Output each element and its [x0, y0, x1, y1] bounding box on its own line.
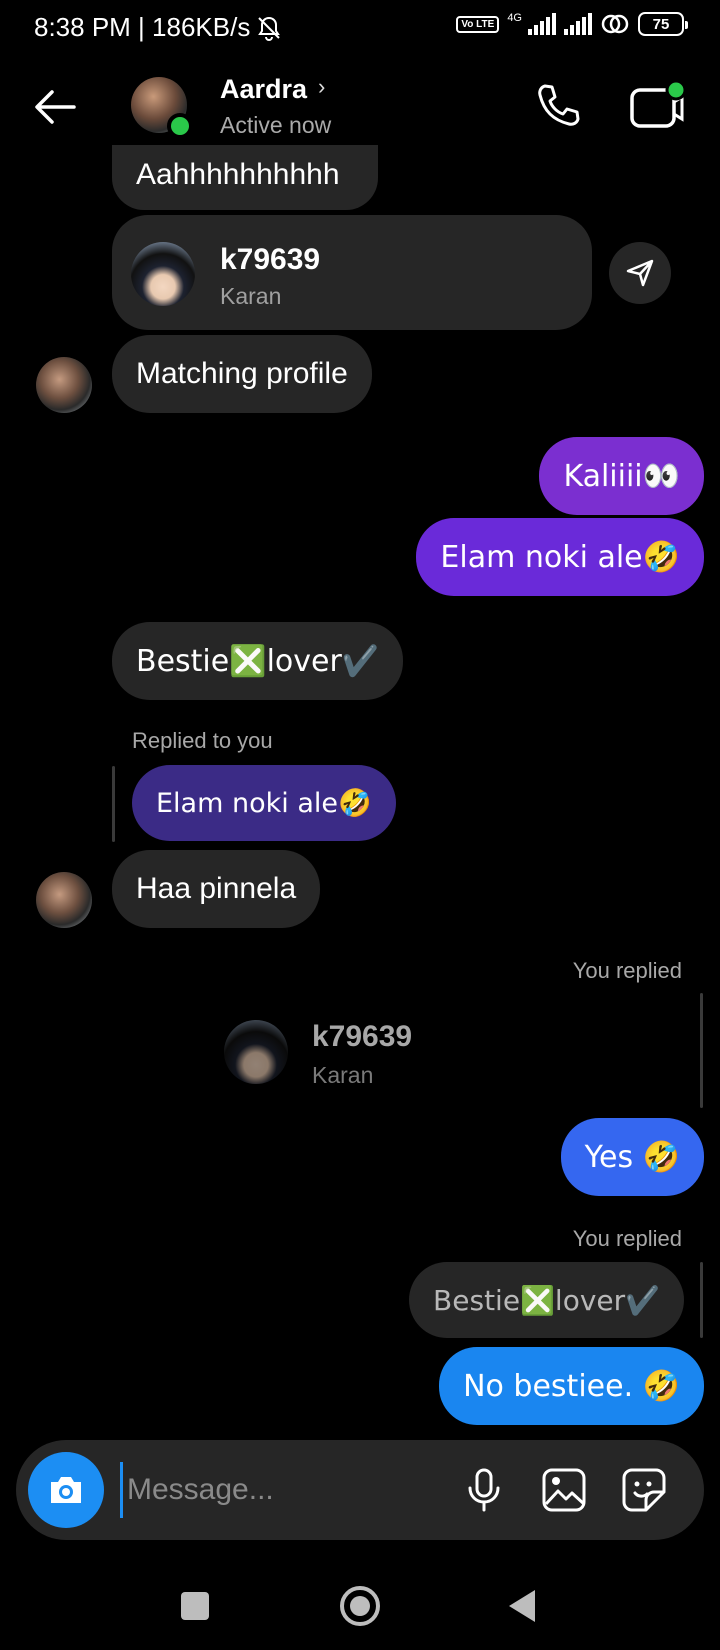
reply-label: You replied — [572, 958, 682, 983]
shared-profile-name: Karan — [312, 1062, 374, 1088]
reply-label: Replied to you — [132, 728, 273, 753]
shared-profile-avatar — [131, 242, 195, 306]
active-status: Active now — [220, 112, 332, 138]
sticker-icon[interactable] — [620, 1466, 668, 1514]
message-bubble[interactable]: Haa pinnela — [112, 850, 321, 928]
send-icon — [626, 259, 654, 287]
bell-muted-icon — [258, 16, 281, 41]
message-text: Elam noki ale🤣 — [440, 539, 680, 575]
hotspot-link-icon — [601, 14, 629, 34]
shared-profile-username: k79639 — [312, 1020, 413, 1053]
message-bubble-sent[interactable]: Kaliiii👀 — [539, 437, 704, 515]
message-text: Kaliiii👀 — [563, 458, 680, 494]
phone-icon[interactable] — [532, 80, 584, 132]
volte-badge: Vo LTE — [456, 15, 500, 33]
quoted-text: Elam noki ale🤣 — [156, 788, 372, 819]
microphone-icon[interactable] — [460, 1466, 508, 1514]
shared-profile-username: k79639 — [220, 243, 321, 276]
chevron-right-icon: › — [318, 74, 326, 99]
shared-profile-avatar[interactable] — [224, 1020, 288, 1084]
back-nav-button[interactable] — [499, 1582, 547, 1630]
battery-icon: 75 — [638, 12, 688, 36]
recents-button[interactable] — [171, 1582, 219, 1630]
online-indicator — [167, 113, 193, 139]
message-bubble-sent[interactable]: Yes 🤣 — [560, 1118, 704, 1196]
message-text: Haa pinnela — [136, 872, 297, 905]
camera-icon — [51, 1477, 81, 1503]
camera-button[interactable] — [28, 1452, 104, 1528]
message-text: Matching profile — [136, 357, 348, 390]
home-button[interactable] — [336, 1582, 384, 1630]
message-composer — [16, 1440, 704, 1540]
shared-profile-name: Karan — [220, 283, 282, 309]
sender-avatar[interactable] — [36, 872, 92, 928]
status-bar: 8:38 PM | 186KB/s Vo LTE 4G 75 — [0, 0, 720, 54]
message-bubble[interactable]: Bestie❎lover✔️ — [112, 622, 404, 700]
message-bubble-sent[interactable]: No bestiee. 🤣 — [439, 1347, 704, 1425]
status-right: Vo LTE 4G 75 — [456, 12, 688, 36]
image-icon[interactable] — [540, 1466, 588, 1514]
message-text: No bestiee. 🤣 — [463, 1368, 680, 1404]
message-bubble[interactable]: Aahhhhhhhhhh — [112, 145, 378, 210]
reply-line — [700, 1262, 703, 1338]
message-bubble-sent[interactable]: Elam noki ale🤣 — [416, 518, 704, 596]
message-text: Aahhhhhhhhhh — [136, 158, 340, 191]
quoted-message[interactable]: Elam noki ale🤣 — [132, 765, 396, 841]
signal-2-icon — [564, 13, 592, 35]
back-arrow-icon[interactable] — [30, 82, 80, 132]
signal-icon — [528, 13, 556, 35]
reply-line — [112, 766, 115, 842]
message-text: Yes 🤣 — [584, 1139, 680, 1175]
status-time-speed: 8:38 PM | 186KB/s — [34, 12, 251, 42]
network-type: 4G — [507, 12, 522, 24]
quoted-text: Bestie❎lover✔️ — [433, 1283, 660, 1317]
quoted-message[interactable]: Bestie❎lover✔️ — [409, 1262, 684, 1338]
system-nav-bar — [0, 1560, 720, 1650]
video-call-icon[interactable] — [628, 80, 686, 132]
chat-header: Aardra › Active now — [0, 60, 720, 156]
shared-profile-card[interactable]: k79639 Karan — [112, 215, 592, 330]
message-text: Bestie❎lover✔️ — [136, 643, 380, 679]
message-bubble[interactable]: Matching profile — [112, 335, 372, 413]
battery-level: 75 — [652, 15, 670, 33]
sender-avatar[interactable] — [36, 357, 92, 413]
message-input[interactable] — [120, 1462, 420, 1518]
share-button[interactable] — [609, 242, 671, 304]
status-left: 8:38 PM | 186KB/s — [34, 12, 282, 43]
reply-line — [700, 993, 703, 1108]
reply-label: You replied — [572, 1226, 682, 1251]
contact-name[interactable]: Aardra — [220, 74, 307, 105]
